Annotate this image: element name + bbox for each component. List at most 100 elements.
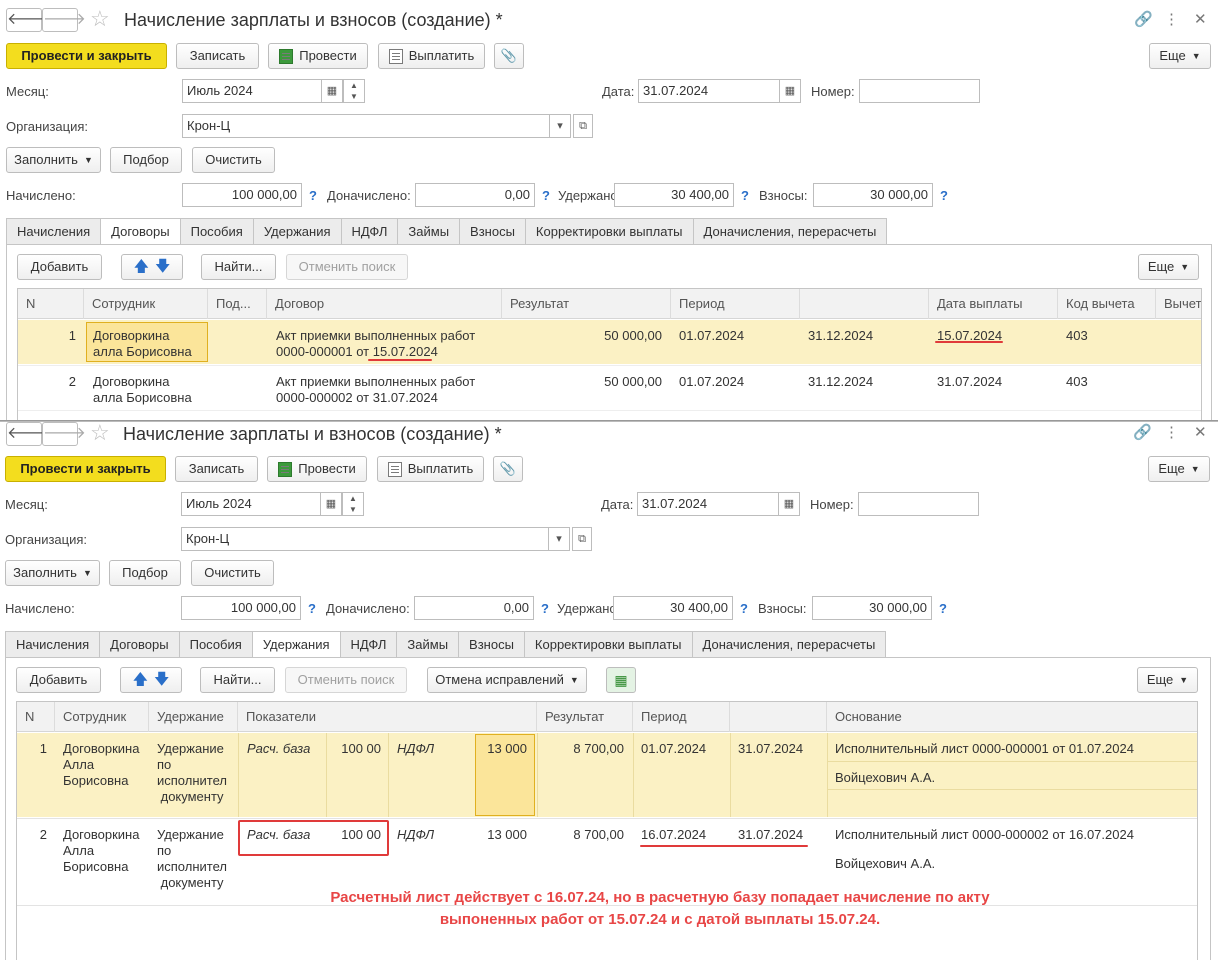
save-button[interactable]: Записать [176, 43, 259, 69]
save-button[interactable]: Записать [175, 456, 258, 482]
more-button[interactable]: Еще ▼ [1148, 456, 1210, 482]
help-icon[interactable]: ? [542, 188, 550, 203]
tab-accruals[interactable]: Начисления [6, 218, 102, 244]
column-header[interactable] [800, 289, 929, 319]
calendar-icon[interactable]: ▦ [321, 79, 343, 103]
number-field[interactable] [858, 492, 979, 516]
tab-contracts[interactable]: Договоры [100, 218, 181, 245]
arrow-up-icon[interactable]: 🡅 [134, 255, 149, 279]
month-field[interactable]: Июль 2024 [181, 492, 321, 516]
more-button[interactable]: Еще ▼ [1149, 43, 1211, 69]
panel-more-button[interactable]: Еще ▼ [1138, 254, 1199, 280]
tab-ndfl[interactable]: НДФЛ [339, 631, 398, 657]
link-icon[interactable]: 🔗 [1133, 425, 1152, 441]
chevron-down-icon[interactable]: ▾ [548, 527, 570, 551]
column-header[interactable]: N [17, 702, 55, 732]
column-header[interactable]: Показатели [238, 702, 537, 732]
tab-ndfl[interactable]: НДФЛ [340, 218, 399, 244]
column-header[interactable]: Период [671, 289, 800, 319]
attach-button[interactable]: 📎 [493, 456, 523, 482]
tab-payment-corrections[interactable]: Корректировки выплаты [524, 218, 694, 244]
date-field[interactable]: 31.07.2024 [638, 79, 780, 103]
help-icon[interactable]: ? [308, 601, 316, 616]
calendar-icon[interactable]: ▦ [779, 79, 801, 103]
organization-field[interactable]: Крон-Ц [181, 527, 549, 551]
find-button[interactable]: Найти... [201, 254, 276, 280]
tab-contracts[interactable]: Договоры [99, 631, 180, 657]
post-button[interactable]: Провести [267, 456, 367, 482]
calendar-icon[interactable]: ▦ [320, 492, 342, 516]
add-button[interactable]: Добавить [16, 667, 101, 693]
back-button[interactable]: 🡐 [6, 8, 50, 32]
table-row[interactable]: 2 Договоркина алла Борисовна Акт приемки… [18, 365, 1201, 409]
help-icon[interactable]: ? [939, 601, 947, 616]
cancel-corrections-button[interactable]: Отмена исправлений ▼ [427, 667, 587, 693]
table-settings-button[interactable]: ▦ [606, 667, 636, 693]
column-header[interactable]: Сотрудник [84, 289, 208, 319]
cancel-search-button[interactable]: Отменить поиск [286, 254, 408, 280]
column-header[interactable]: Код вычета [1058, 289, 1156, 319]
clear-button[interactable]: Очистить [192, 147, 275, 173]
column-header[interactable]: Под... [208, 289, 267, 319]
close-icon[interactable]: ✕ [1194, 12, 1207, 28]
tab-loans[interactable]: Займы [396, 631, 460, 657]
post-button[interactable]: Провести [268, 43, 368, 69]
tab-contributions[interactable]: Взносы [459, 218, 526, 244]
help-icon[interactable]: ? [309, 188, 317, 203]
pay-button[interactable]: Выплатить [378, 43, 485, 69]
link-icon[interactable]: 🔗 [1134, 12, 1153, 28]
panel-more-button[interactable]: Еще ▼ [1137, 667, 1198, 693]
tab-payment-corrections[interactable]: Корректировки выплаты [523, 631, 693, 657]
favorite-star-icon[interactable]: ☆ [90, 8, 110, 30]
help-icon[interactable]: ? [741, 188, 749, 203]
help-icon[interactable]: ? [541, 601, 549, 616]
more-vertical-icon[interactable]: ⋮ [1164, 12, 1179, 28]
calendar-icon[interactable]: ▦ [778, 492, 800, 516]
column-header[interactable]: Договор [267, 289, 502, 319]
tab-accruals[interactable]: Начисления [5, 631, 101, 657]
column-header[interactable]: Удержание [149, 702, 238, 732]
column-header[interactable]: Дата выплаты [929, 289, 1058, 319]
fill-button[interactable]: Заполнить ▼ [5, 560, 100, 586]
favorite-star-icon[interactable]: ☆ [90, 422, 110, 444]
column-header[interactable]: Результат [502, 289, 671, 319]
tab-benefits[interactable]: Пособия [179, 218, 254, 244]
month-field[interactable]: Июль 2024 [182, 79, 322, 103]
close-icon[interactable]: ✕ [1194, 425, 1207, 441]
find-button[interactable]: Найти... [200, 667, 275, 693]
help-icon[interactable]: ? [940, 188, 948, 203]
open-link-icon[interactable]: ⧉ [572, 527, 592, 551]
column-header[interactable]: Основание [827, 702, 1197, 732]
more-vertical-icon[interactable]: ⋮ [1164, 425, 1179, 441]
arrow-up-icon[interactable]: 🡅 [133, 668, 148, 692]
select-button[interactable]: Подбор [110, 147, 182, 173]
attach-button[interactable]: 📎 [494, 43, 524, 69]
tab-contributions[interactable]: Взносы [458, 631, 525, 657]
column-header[interactable]: Вычет [1156, 289, 1201, 319]
column-header[interactable] [730, 702, 827, 732]
tab-benefits[interactable]: Пособия [178, 631, 253, 657]
post-and-close-button[interactable]: Провести и закрыть [6, 43, 167, 69]
fill-button[interactable]: Заполнить ▼ [6, 147, 101, 173]
open-link-icon[interactable]: ⧉ [573, 114, 593, 138]
add-button[interactable]: Добавить [17, 254, 102, 280]
table-row[interactable]: 1 Договоркина Алла Борисовна Удержание п… [17, 733, 1197, 817]
tab-deductions[interactable]: Удержания [252, 218, 342, 244]
column-header[interactable]: Сотрудник [55, 702, 149, 732]
help-icon[interactable]: ? [740, 601, 748, 616]
forward-button[interactable]: 🡒 [42, 8, 86, 32]
arrow-down-icon[interactable]: 🡇 [155, 255, 170, 279]
chevron-down-icon[interactable]: ▾ [549, 114, 571, 138]
pay-button[interactable]: Выплатить [377, 456, 484, 482]
post-and-close-button[interactable]: Провести и закрыть [5, 456, 166, 482]
tab-loans[interactable]: Займы [397, 218, 461, 244]
number-field[interactable] [859, 79, 980, 103]
date-field[interactable]: 31.07.2024 [637, 492, 779, 516]
column-header[interactable]: Период [633, 702, 730, 732]
tab-recalculations[interactable]: Доначисления, перерасчеты [691, 631, 887, 657]
back-button[interactable]: 🡐 [6, 422, 50, 446]
column-header[interactable]: Результат [537, 702, 633, 732]
clear-button[interactable]: Очистить [191, 560, 274, 586]
tab-recalculations[interactable]: Доначисления, перерасчеты [692, 218, 888, 244]
arrow-down-icon[interactable]: 🡇 [154, 668, 169, 692]
